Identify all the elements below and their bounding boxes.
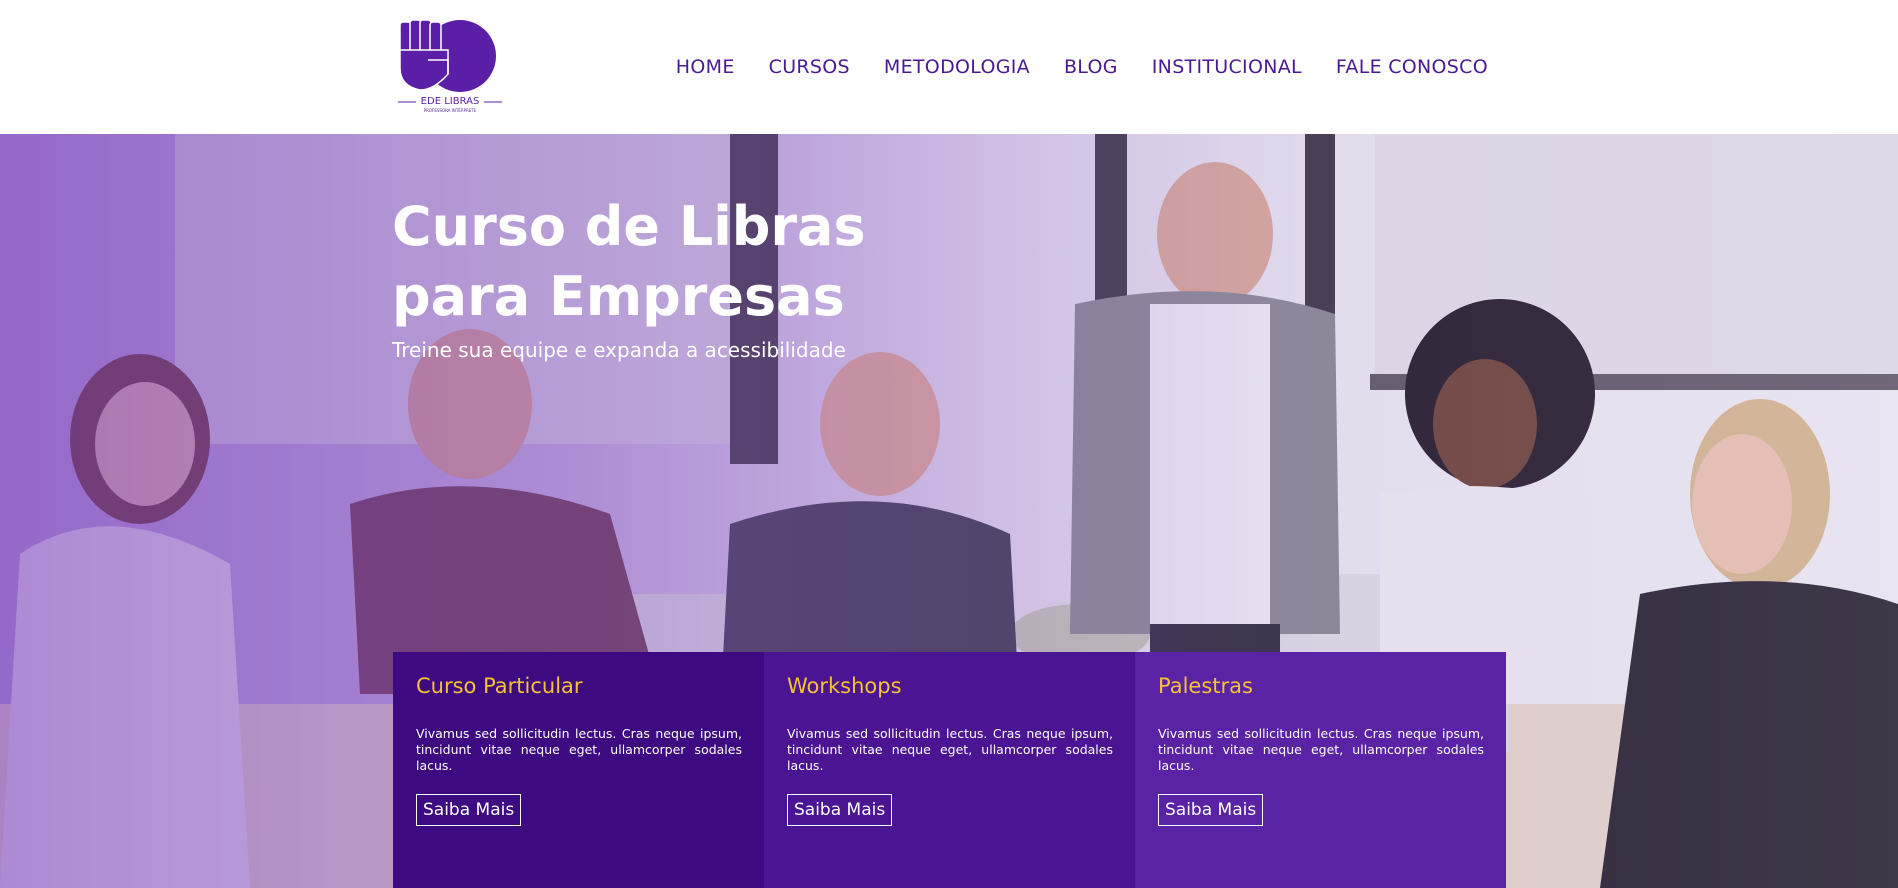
nav-metodologia[interactable]: METODOLOGIA xyxy=(884,56,1030,78)
brand-tagline: PROFESSORA INTÉRPRETE xyxy=(423,108,477,113)
saiba-mais-button[interactable]: Saiba Mais xyxy=(1158,794,1264,826)
card-text: Vivamus sed sollicitudin lectus. Cras ne… xyxy=(1158,726,1484,773)
card-workshops: Workshops Vivamus sed sollicitudin lectu… xyxy=(764,652,1135,888)
site-header: EDE LIBRAS PROFESSORA INTÉRPRETE HOME CU… xyxy=(0,0,1898,134)
card-text: Vivamus sed sollicitudin lectus. Cras ne… xyxy=(787,726,1113,773)
card-text: Vivamus sed sollicitudin lectus. Cras ne… xyxy=(416,726,742,773)
brand-name: EDE LIBRAS xyxy=(420,96,480,107)
card-curso-particular: Curso Particular Vivamus sed sollicitudi… xyxy=(393,652,764,888)
hero-title-line1: Curso de Libras xyxy=(392,195,866,258)
nav-institucional[interactable]: INSTITUCIONAL xyxy=(1152,56,1302,78)
hero-title-line2: para Empresas xyxy=(392,265,845,328)
card-title: Palestras xyxy=(1158,674,1253,698)
card-title: Workshops xyxy=(787,674,902,698)
nav-fale-conosco[interactable]: FALE CONOSCO xyxy=(1336,56,1488,78)
nav-home[interactable]: HOME xyxy=(676,56,735,78)
saiba-mais-button[interactable]: Saiba Mais xyxy=(787,794,893,826)
service-cards: Curso Particular Vivamus sed sollicitudi… xyxy=(393,652,1506,888)
card-title: Curso Particular xyxy=(416,674,583,698)
nav-cursos[interactable]: CURSOS xyxy=(769,56,850,78)
brand-logo[interactable]: EDE LIBRAS PROFESSORA INTÉRPRETE xyxy=(398,19,502,116)
nav-blog[interactable]: BLOG xyxy=(1064,56,1118,78)
saiba-mais-button[interactable]: Saiba Mais xyxy=(416,794,522,826)
card-palestras: Palestras Vivamus sed sollicitudin lectu… xyxy=(1135,652,1506,888)
hero-subtitle: Treine sua equipe e expanda a acessibili… xyxy=(392,338,846,362)
hero-title: Curso de Libras para Empresas xyxy=(392,192,992,332)
main-nav: HOME CURSOS METODOLOGIA BLOG INSTITUCION… xyxy=(676,56,1488,78)
